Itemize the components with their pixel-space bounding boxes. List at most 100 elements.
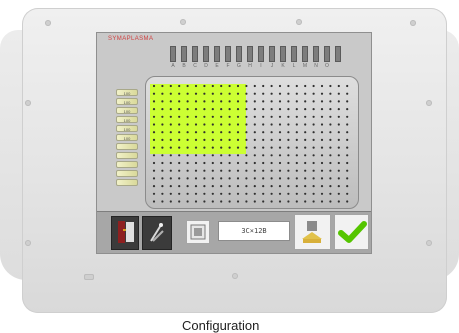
column-bar[interactable] bbox=[181, 46, 187, 62]
well-dot bbox=[194, 146, 198, 149]
column-bar[interactable] bbox=[291, 46, 297, 62]
well-dot bbox=[169, 154, 172, 157]
row-tab-5[interactable]: 100 bbox=[116, 125, 138, 132]
well-dot bbox=[329, 169, 332, 172]
row-tab-10[interactable] bbox=[116, 170, 138, 177]
well-dot bbox=[152, 146, 156, 149]
door-exit-icon bbox=[118, 221, 134, 243]
well-dot bbox=[178, 177, 181, 180]
well-dot bbox=[211, 154, 214, 157]
column-bar[interactable] bbox=[324, 46, 330, 62]
well-dot bbox=[278, 185, 282, 188]
well-dot bbox=[329, 154, 332, 157]
well-dot bbox=[211, 161, 214, 165]
config-field[interactable]: 3C×12B bbox=[218, 221, 290, 241]
well-dot bbox=[228, 108, 231, 111]
well-dot bbox=[161, 115, 164, 118]
well-dot bbox=[337, 84, 340, 88]
column-bar[interactable] bbox=[236, 46, 242, 62]
well-dot bbox=[287, 146, 290, 149]
well-dot bbox=[295, 161, 298, 165]
well-dot bbox=[287, 115, 290, 118]
column-bar[interactable] bbox=[269, 46, 275, 62]
column-bar[interactable] bbox=[313, 46, 319, 62]
well-dot bbox=[228, 192, 231, 195]
row-tab-11[interactable] bbox=[116, 179, 138, 186]
well-dot bbox=[169, 161, 172, 165]
well-dot bbox=[329, 138, 332, 141]
well-dot bbox=[295, 177, 298, 180]
column-bar[interactable] bbox=[302, 46, 308, 62]
settings-button[interactable] bbox=[186, 220, 210, 244]
well-dot bbox=[203, 84, 206, 88]
well-dot bbox=[194, 138, 198, 141]
row-tab-1[interactable]: 100 bbox=[116, 89, 138, 96]
well-dot bbox=[312, 131, 315, 134]
well-dot bbox=[346, 154, 349, 157]
well-dot bbox=[253, 200, 256, 203]
well-dot bbox=[337, 146, 340, 149]
column-bar[interactable] bbox=[247, 46, 253, 62]
well-dot bbox=[287, 200, 290, 203]
well-dot bbox=[228, 138, 231, 141]
column-bar[interactable] bbox=[214, 46, 220, 62]
well-dot bbox=[245, 84, 248, 88]
well-dot bbox=[312, 146, 315, 149]
well-dot bbox=[228, 169, 231, 172]
row-tab-7[interactable] bbox=[116, 143, 138, 150]
row-tab-4[interactable]: 100 bbox=[116, 116, 138, 123]
well-dot bbox=[236, 84, 240, 88]
well-dot bbox=[270, 138, 273, 141]
column-bar[interactable] bbox=[192, 46, 198, 62]
well-dot bbox=[304, 115, 307, 118]
well-dot bbox=[278, 131, 282, 134]
well-dot bbox=[220, 108, 223, 111]
row-tab-9[interactable] bbox=[116, 161, 138, 168]
well-dot bbox=[169, 108, 172, 111]
well-dot bbox=[253, 115, 256, 118]
row-tab-2[interactable]: 100 bbox=[116, 98, 138, 105]
column-bar[interactable] bbox=[225, 46, 231, 62]
well-dot bbox=[253, 185, 256, 188]
column-bar[interactable] bbox=[258, 46, 264, 62]
screw bbox=[25, 100, 31, 106]
well-dot bbox=[253, 100, 256, 103]
column-bar[interactable] bbox=[170, 46, 176, 62]
well-dot bbox=[203, 200, 206, 203]
well-dot bbox=[152, 108, 156, 111]
well-dot bbox=[152, 92, 156, 95]
well-dot bbox=[337, 177, 340, 180]
door-exit-button[interactable] bbox=[111, 216, 139, 250]
well-dot bbox=[186, 92, 189, 95]
well-dot bbox=[228, 123, 231, 126]
well-dot bbox=[161, 131, 164, 134]
row-tab-6[interactable]: 100 bbox=[116, 134, 138, 141]
column-bar[interactable] bbox=[335, 46, 341, 62]
load-button[interactable] bbox=[294, 214, 331, 250]
row-tab-8[interactable] bbox=[116, 152, 138, 159]
pipette-tool-button[interactable] bbox=[142, 216, 172, 250]
well-dot bbox=[278, 192, 282, 195]
column-bar[interactable] bbox=[280, 46, 286, 62]
well-dot bbox=[161, 192, 164, 195]
well-dot bbox=[178, 115, 181, 118]
well-dot bbox=[278, 100, 282, 103]
well-dot bbox=[228, 115, 231, 118]
well-dot bbox=[236, 108, 240, 111]
well-dot bbox=[245, 154, 248, 157]
well-dot bbox=[178, 84, 181, 88]
column-bar[interactable] bbox=[203, 46, 209, 62]
confirm-button[interactable] bbox=[334, 214, 369, 250]
page: ss Configuration SYMAPLASMA ABCDEFGHIJKL… bbox=[0, 0, 459, 333]
well-dot bbox=[236, 169, 240, 172]
well-dot bbox=[329, 115, 332, 118]
well-dot bbox=[169, 146, 172, 149]
well-dot bbox=[295, 131, 298, 134]
well-dot bbox=[211, 146, 214, 149]
well-dot bbox=[245, 161, 248, 165]
row-tab-3[interactable]: 100 bbox=[116, 107, 138, 114]
well-dot bbox=[270, 161, 273, 165]
well-dot bbox=[270, 185, 273, 188]
well-dot bbox=[186, 192, 189, 195]
screw bbox=[45, 20, 51, 26]
